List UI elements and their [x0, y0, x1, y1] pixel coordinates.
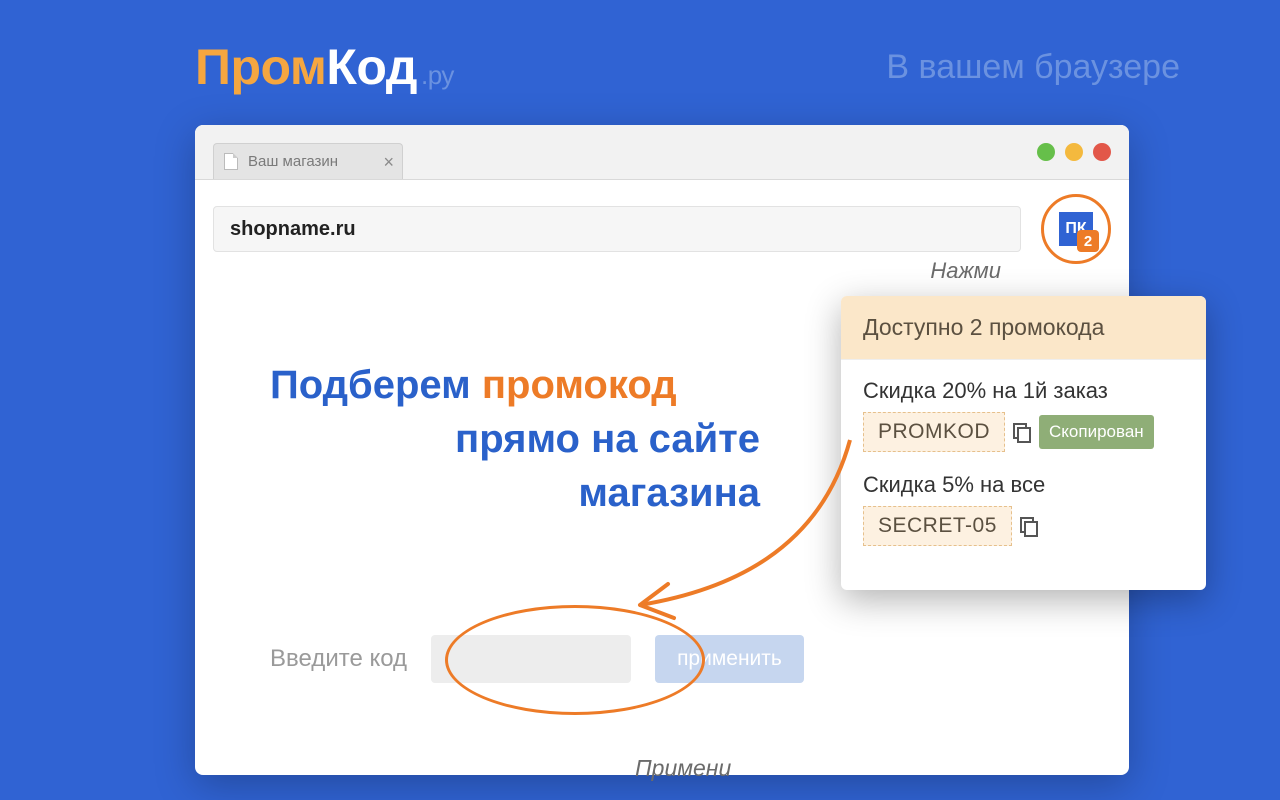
tagline: В вашем браузере — [886, 48, 1180, 87]
copy-icon[interactable] — [1020, 517, 1038, 535]
extension-button[interactable]: ПК 2 — [1041, 194, 1111, 264]
extension-badge-count: 2 — [1077, 230, 1099, 252]
promo-item: Скидка 5% на все SECRET-05 — [863, 472, 1184, 546]
headline-accent: промокод — [482, 363, 677, 407]
code-entry-row: Введите код применить — [270, 635, 1074, 683]
logo-part2: Код — [326, 39, 417, 95]
promo-code-row: SECRET-05 — [863, 506, 1184, 546]
logo: ПромКод.ру — [195, 38, 454, 96]
headline-line2: прямо на сайте — [270, 412, 760, 466]
promo-code[interactable]: PROMKOD — [863, 412, 1005, 452]
promo-description: Скидка 5% на все — [863, 472, 1184, 498]
promo-code-row: PROMKOD Скопирован — [863, 412, 1184, 452]
promo-description: Скидка 20% на 1й заказ — [863, 378, 1184, 404]
promo-item: Скидка 20% на 1й заказ PROMKOD Скопирова… — [863, 378, 1184, 452]
popup-header: Доступно 2 промокода — [841, 296, 1206, 360]
promocode-popup: Доступно 2 промокода Скидка 20% на 1й за… — [841, 296, 1206, 590]
copied-badge: Скопирован — [1039, 415, 1154, 449]
close-dot[interactable] — [1093, 143, 1111, 161]
minimize-dot[interactable] — [1037, 143, 1055, 161]
address-text: shopname.ru — [230, 218, 356, 241]
code-label: Введите код — [270, 645, 407, 673]
page-header: ПромКод.ру В вашем браузере — [195, 38, 1180, 96]
browser-tab[interactable]: Ваш магазин × — [213, 143, 403, 179]
promo-code[interactable]: SECRET-05 — [863, 506, 1012, 546]
window-controls — [1037, 143, 1111, 161]
code-input[interactable] — [431, 635, 631, 683]
extension-icon: ПК 2 — [1059, 212, 1093, 246]
popup-body: Скидка 20% на 1й заказ PROMKOD Скопирова… — [841, 360, 1206, 590]
hint-click-label: Нажми — [930, 258, 1001, 284]
file-icon — [224, 153, 238, 170]
tab-title: Ваш магазин — [248, 153, 338, 170]
logo-suffix: .ру — [421, 60, 454, 90]
copy-icon[interactable] — [1013, 423, 1031, 441]
address-bar[interactable]: shopname.ru — [213, 206, 1021, 252]
headline-pre: Подберем — [270, 363, 482, 407]
logo-part1: Пром — [195, 39, 326, 95]
headline-line3: магазина — [270, 466, 760, 520]
maximize-dot[interactable] — [1065, 143, 1083, 161]
hint-apply-label: Примени — [635, 755, 731, 782]
tab-bar: Ваш магазин × — [195, 125, 1129, 180]
close-icon[interactable]: × — [383, 153, 394, 171]
apply-button[interactable]: применить — [655, 635, 804, 683]
